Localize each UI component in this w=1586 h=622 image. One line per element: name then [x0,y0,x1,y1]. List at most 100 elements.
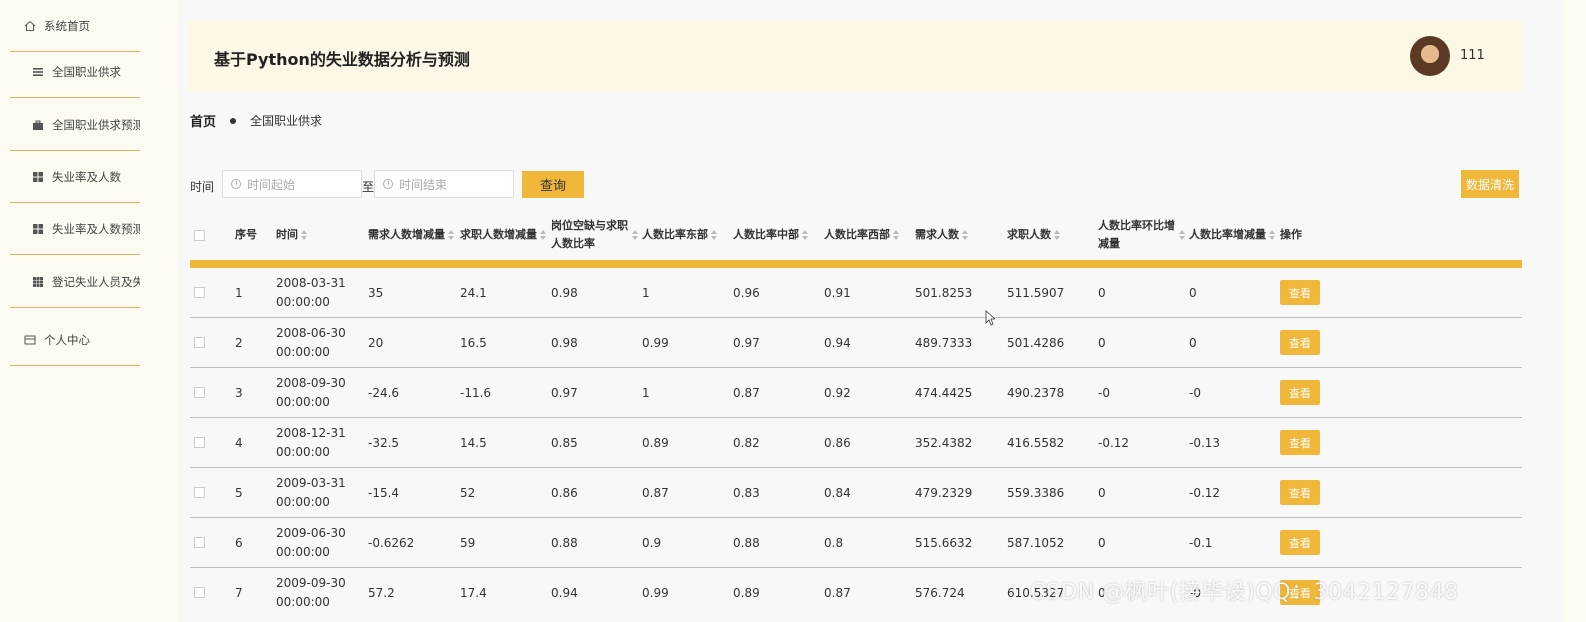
table-row: 3 2008-09-30 00:00:00 -24.6 -11.6 0.97 1… [190,368,1522,418]
sort-icon[interactable] [962,230,969,240]
home-icon [24,20,36,32]
cell-east: 0.87 [642,486,669,500]
cell-west: 0.8 [824,536,844,550]
sidebar-item-supply-demand-forecast[interactable]: 全国职业供求预测 [10,99,140,151]
column-header-seekers[interactable]: 求职人数 [1007,210,1061,260]
cell-time: 2009-09-30 00:00:00 [276,576,346,609]
list-icon [32,66,44,78]
table-row: 6 2009-06-30 00:00:00 -0.6262 59 0.88 0.… [190,518,1522,568]
grid-icon [32,171,44,183]
cell-index: 2 [235,336,243,350]
row-checkbox[interactable] [194,487,205,498]
table-header: 序号 时间 需求人数增减量 求职人数增减量 岗位空缺与求职人数比率 人数比率东部… [190,210,1522,260]
cell-qoq-change: -0 [1098,386,1110,400]
cell-west: 0.84 [824,486,851,500]
cell-demand: 515.6632 [915,536,973,550]
row-checkbox[interactable] [194,287,205,298]
cell-seeker-change: -11.6 [460,386,492,400]
breadcrumb-home[interactable]: 首页 [190,111,216,130]
view-button[interactable]: 查看 [1280,330,1320,355]
sidebar-item-supply-demand[interactable]: 全国职业供求 [10,46,140,98]
cell-time: 2009-06-30 00:00:00 [276,526,346,559]
breadcrumb-current: 全国职业供求 [250,114,323,128]
column-header-ratio-change[interactable]: 人数比率增减量 [1189,210,1277,260]
view-button[interactable]: 查看 [1280,430,1320,455]
cell-ratio-change: 0 [1189,336,1197,350]
sidebar-item-registered-unemployed[interactable]: 登记失业人员及失 [10,256,140,308]
clock-icon [231,179,241,189]
mouse-cursor-icon [985,310,995,326]
sort-icon[interactable] [893,230,900,240]
cell-demand-change: 57.2 [368,586,395,600]
column-header-central[interactable]: 人数比率中部 [733,210,821,260]
column-header-demand[interactable]: 需求人数 [915,210,969,260]
end-time-input[interactable]: 时间结束 [374,170,514,198]
cell-seeker-change: 52 [460,486,476,500]
cell-central: 0.83 [733,486,760,500]
cell-ratio: 0.98 [551,336,578,350]
sort-icon[interactable] [1054,230,1061,240]
cell-qoq-change: 0 [1098,286,1106,300]
sidebar-item-unemployment-forecast[interactable]: 失业率及人数预测 [10,203,140,255]
sort-icon[interactable] [711,230,718,240]
sort-icon[interactable] [632,230,639,240]
row-checkbox[interactable] [194,437,205,448]
column-header-east[interactable]: 人数比率东部 [642,210,730,260]
cell-seekers: 501.4286 [1007,336,1065,350]
cell-seeker-change: 16.5 [460,336,487,350]
sort-icon[interactable] [540,230,547,240]
cell-east: 0.99 [642,336,669,350]
avatar[interactable] [1410,36,1450,76]
table-row: 5 2009-03-31 00:00:00 -15.4 52 0.86 0.87… [190,468,1522,518]
sidebar-item-unemployment-rate[interactable]: 失业率及人数 [10,151,140,203]
cell-time: 2009-03-31 00:00:00 [276,476,346,509]
column-header-demand-change[interactable]: 需求人数增减量 [368,210,456,260]
watermark: CSDN @枫叶(接毕设)QQ：3042127848 [1030,580,1459,605]
cell-qoq-change: 0 [1098,336,1106,350]
cell-central: 0.89 [733,586,760,600]
row-checkbox[interactable] [194,387,205,398]
column-header-west[interactable]: 人数比率西部 [824,210,912,260]
query-button[interactable]: 查询 [522,171,584,198]
row-checkbox[interactable] [194,537,205,548]
row-checkbox[interactable] [194,337,205,348]
cell-seeker-change: 24.1 [460,286,487,300]
sort-icon[interactable] [1179,230,1186,240]
cell-seekers: 511.5907 [1007,286,1065,300]
sidebar-item-label: 全国职业供求 [52,64,121,79]
sidebar-item-profile[interactable]: 个人中心 [10,314,140,366]
table-row: 1 2008-03-31 00:00:00 35 24.1 0.98 1 0.9… [190,268,1522,318]
column-header-time[interactable]: 时间 [276,210,308,260]
sort-icon[interactable] [1269,230,1276,240]
header-accent-bar [190,260,1522,268]
column-header-seeker-change[interactable]: 求职人数增减量 [460,210,548,260]
column-header-action: 操作 [1280,228,1302,241]
view-button[interactable]: 查看 [1280,480,1320,505]
briefcase-icon [32,119,44,131]
cell-demand-change: -0.6262 [368,536,415,550]
cell-seekers: 416.5582 [1007,436,1065,450]
select-all-checkbox[interactable] [194,230,205,241]
sort-icon[interactable] [802,230,809,240]
sidebar-item-home[interactable]: 系统首页 [10,0,140,52]
data-clean-button[interactable]: 数据清洗 [1461,170,1519,198]
column-header-qoq-change[interactable]: 人数比率环比增减量 [1098,210,1186,260]
view-button[interactable]: 查看 [1280,380,1320,405]
sort-icon[interactable] [301,230,308,240]
sidebar-item-label: 失业率及人数预测 [52,221,140,236]
cell-demand-change: 20 [368,336,384,350]
column-header-ratio[interactable]: 岗位空缺与求职人数比率 [551,210,639,260]
cell-seeker-change: 17.4 [460,586,487,600]
sidebar-item-label: 登记失业人员及失 [52,274,140,289]
column-header-index: 序号 [235,228,257,241]
start-time-input[interactable]: 时间起始 [222,170,362,198]
view-button[interactable]: 查看 [1280,280,1320,305]
cell-ratio-change: -0 [1189,386,1201,400]
username[interactable]: 111 [1460,48,1485,63]
row-checkbox[interactable] [194,587,205,598]
time-label: 时间 [190,180,215,194]
sort-icon[interactable] [448,230,455,240]
view-button[interactable]: 查看 [1280,530,1320,555]
cell-qoq-change: -0.12 [1098,436,1130,450]
sidebar: 系统首页 全国职业供求 全国职业供求预测 失业率及人数 失业率及人数预测 登记失… [0,0,170,622]
